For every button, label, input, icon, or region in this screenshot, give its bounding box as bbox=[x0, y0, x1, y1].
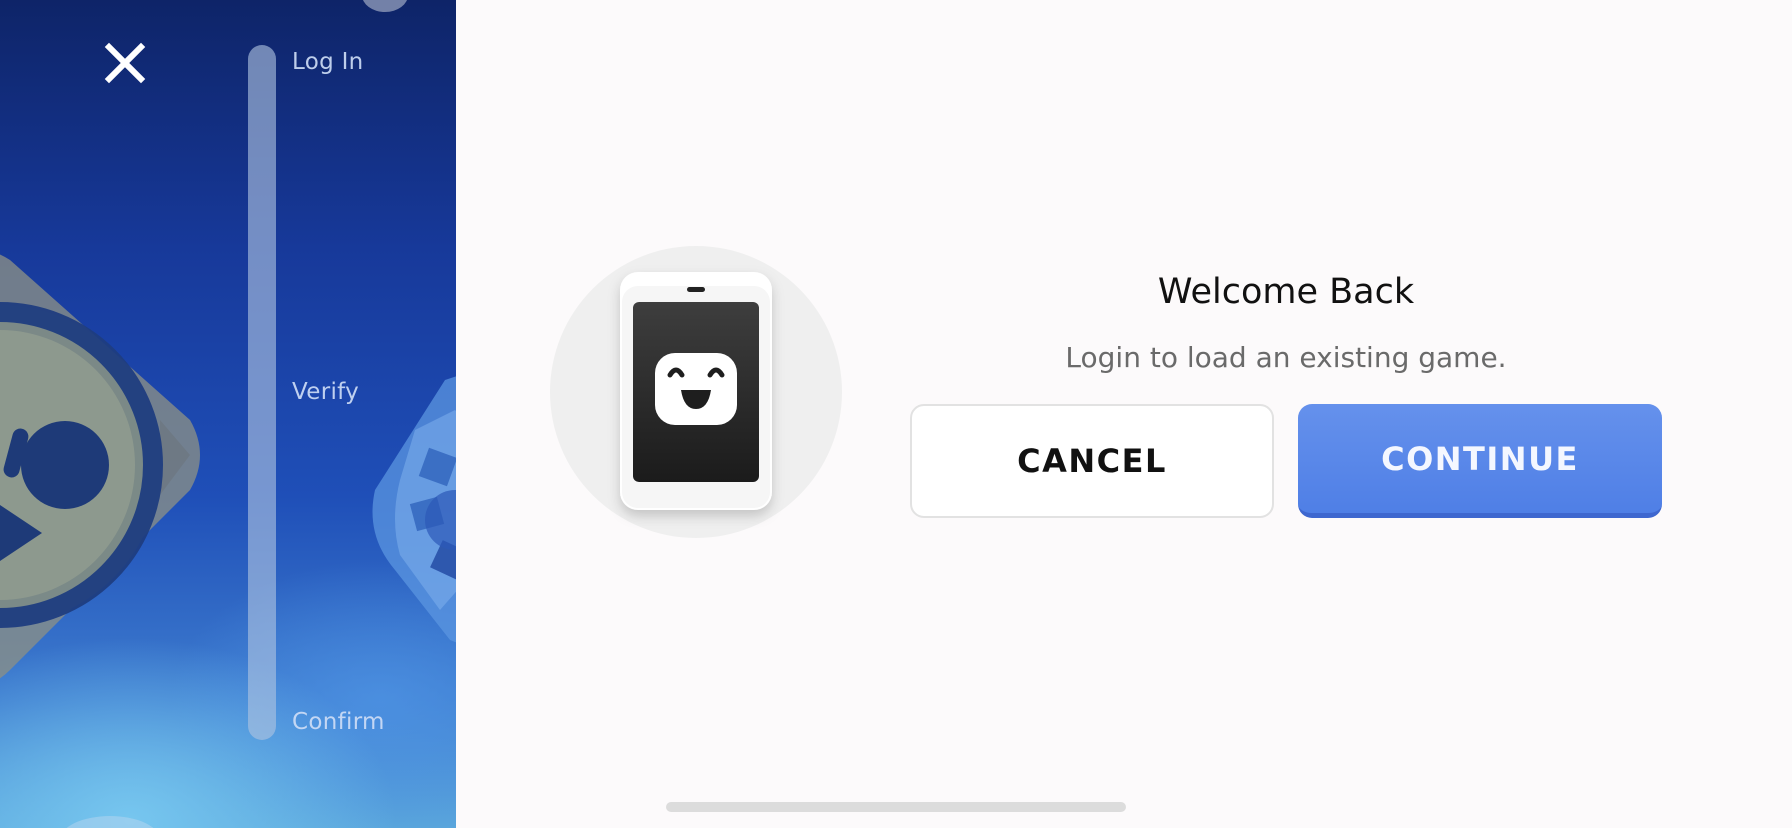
gear-decoration bbox=[372, 376, 456, 643]
home-indicator[interactable] bbox=[666, 802, 1126, 812]
dialog-title: Welcome Back bbox=[1157, 272, 1415, 312]
step-log-in[interactable]: Log In bbox=[292, 49, 364, 75]
close-button[interactable] bbox=[100, 38, 150, 88]
continue-button-label: CONTINUE bbox=[1381, 439, 1579, 478]
cancel-button[interactable]: CANCEL bbox=[910, 404, 1274, 518]
step-confirm[interactable]: Confirm bbox=[292, 709, 385, 735]
cancel-button-label: CANCEL bbox=[1017, 442, 1167, 480]
dialog-subtitle: Login to load an existing game. bbox=[1065, 341, 1507, 374]
top-knob-decoration bbox=[362, 0, 408, 12]
left-panel: Log In Verify Confirm bbox=[0, 0, 456, 828]
login-screen: Log In Verify Confirm Welcome Back Login… bbox=[0, 0, 1792, 828]
stepper-track bbox=[248, 45, 276, 740]
continue-button[interactable]: CONTINUE bbox=[1298, 404, 1662, 518]
blob-decoration bbox=[66, 816, 154, 828]
skull-badge-decoration bbox=[0, 254, 200, 679]
close-icon bbox=[104, 42, 146, 84]
smiling-phone-icon bbox=[620, 272, 772, 510]
illustration-circle bbox=[550, 246, 842, 538]
step-verify[interactable]: Verify bbox=[292, 379, 359, 405]
